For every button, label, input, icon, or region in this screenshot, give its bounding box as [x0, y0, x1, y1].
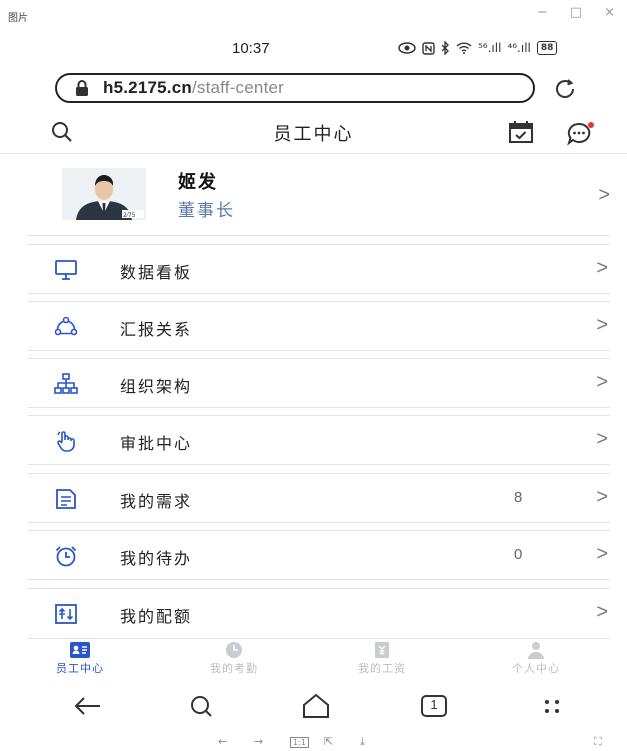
- org-chart-icon: [54, 373, 78, 394]
- window-titlebar: 图片 − □ ×: [0, 0, 627, 30]
- menu-label: 我的配额: [120, 607, 193, 626]
- tab-attendance[interactable]: 我的考勤: [174, 641, 294, 676]
- reload-icon[interactable]: [552, 76, 578, 102]
- minimize-icon[interactable]: −: [537, 5, 548, 20]
- calendar-check-icon[interactable]: [508, 120, 534, 144]
- viewer-toolbar: ← → 1:1 ⇱ ⤓ ⛶: [0, 734, 627, 751]
- share-icon[interactable]: ⇱: [324, 735, 333, 748]
- quota-icon: [55, 604, 77, 624]
- tab-staff-center[interactable]: 员工中心: [20, 641, 140, 676]
- profile-role: 董事长: [178, 201, 235, 221]
- chevron-right-icon: >: [598, 184, 610, 206]
- window-controls: − □ ×: [537, 5, 615, 20]
- clock-icon: [226, 642, 242, 658]
- tabs-switcher[interactable]: 1: [418, 692, 450, 720]
- user-icon: [528, 642, 544, 659]
- url-text: h5.2175.cn/staff-center: [103, 78, 285, 97]
- chevron-right-icon: >: [596, 486, 608, 508]
- app-header: 员工中心: [0, 110, 627, 154]
- chevron-right-icon: >: [596, 601, 608, 623]
- home-icon[interactable]: [300, 692, 332, 720]
- message-icon[interactable]: [566, 120, 596, 146]
- next-arrow-icon[interactable]: →: [254, 735, 263, 748]
- lock-icon: [76, 80, 88, 96]
- tab-profile[interactable]: 个人中心: [476, 641, 596, 676]
- battery-icon: 88: [536, 41, 558, 55]
- menu-label: 汇报关系: [120, 320, 193, 339]
- fullscreen-icon[interactable]: ⛶: [594, 735, 602, 749]
- eye-icon: [398, 42, 416, 54]
- search-icon[interactable]: [186, 692, 218, 720]
- tab-label: 我的考勤: [210, 662, 258, 675]
- bottom-tab-bar: 员工中心 我的考勤 我的工资 个人中心: [28, 638, 610, 680]
- status-bar: 10:37 ⁵⁶.ıll ⁴⁶.ıll 88: [0, 38, 627, 62]
- menu-item-dashboard[interactable]: 数据看板 >: [28, 244, 610, 294]
- window-title: 图片: [8, 13, 28, 24]
- signal-icon: ⁴⁶.ıll: [507, 41, 531, 55]
- relationship-icon: [54, 316, 78, 336]
- bluetooth-icon: [441, 41, 449, 55]
- signal-icon: ⁵⁶.ıll: [478, 41, 502, 55]
- chevron-right-icon: >: [596, 543, 608, 565]
- maximize-icon[interactable]: □: [570, 5, 582, 20]
- status-icons: ⁵⁶.ıll ⁴⁶.ıll 88: [398, 41, 558, 55]
- avatar-badge: 2⁄75: [123, 212, 136, 219]
- chevron-right-icon: >: [596, 371, 608, 393]
- chevron-right-icon: >: [596, 428, 608, 450]
- profile-name: 姬发: [178, 172, 218, 193]
- menu-count: 8: [514, 489, 523, 506]
- tab-count: 1: [430, 697, 438, 712]
- menu-label: 数据看板: [120, 263, 193, 282]
- url-bar[interactable]: h5.2175.cn/staff-center: [55, 73, 535, 103]
- tab-label: 个人中心: [512, 662, 560, 675]
- chevron-right-icon: >: [596, 314, 608, 336]
- menu-label: 审批中心: [120, 434, 193, 453]
- menu-count: 0: [514, 546, 523, 563]
- avatar: 2⁄75: [62, 168, 146, 220]
- avatar-image: 2⁄75: [62, 168, 146, 220]
- document-icon: [56, 489, 76, 509]
- id-card-icon: [70, 642, 90, 658]
- menu-dots-icon[interactable]: [536, 692, 568, 720]
- profile-card[interactable]: 2⁄75 姬发 董事长 >: [28, 156, 610, 236]
- chevron-right-icon: >: [596, 257, 608, 279]
- salary-icon: [375, 642, 389, 658]
- hand-pointer-icon: [57, 431, 75, 452]
- actual-size-icon[interactable]: 1:1: [290, 737, 309, 748]
- status-time: 10:37: [232, 40, 270, 57]
- wifi-icon: [456, 42, 472, 54]
- back-arrow-icon[interactable]: [72, 692, 104, 720]
- menu-item-reporting[interactable]: 汇报关系 >: [28, 301, 610, 351]
- tab-salary[interactable]: 我的工资: [322, 641, 442, 676]
- tab-label: 我的工资: [358, 662, 406, 675]
- system-nav-bar: 1: [0, 686, 627, 726]
- menu-label: 我的需求: [120, 492, 193, 511]
- download-icon[interactable]: ⤓: [360, 735, 365, 749]
- menu-item-approval[interactable]: 审批中心 >: [28, 415, 610, 465]
- menu-item-todo[interactable]: 我的待办 0 >: [28, 530, 610, 580]
- menu-label: 组织架构: [120, 377, 193, 396]
- close-icon[interactable]: ×: [604, 5, 615, 20]
- alarm-clock-icon: [55, 546, 77, 567]
- tab-label: 员工中心: [56, 662, 104, 675]
- menu-item-requirements[interactable]: 我的需求 8 >: [28, 473, 610, 523]
- monitor-icon: [55, 260, 77, 280]
- prev-arrow-icon[interactable]: ←: [218, 735, 227, 748]
- nfc-icon: [422, 41, 435, 55]
- menu-item-organization[interactable]: 组织架构 >: [28, 358, 610, 408]
- menu-label: 我的待办: [120, 549, 193, 568]
- menu-item-quota[interactable]: 我的配额 >: [28, 588, 610, 638]
